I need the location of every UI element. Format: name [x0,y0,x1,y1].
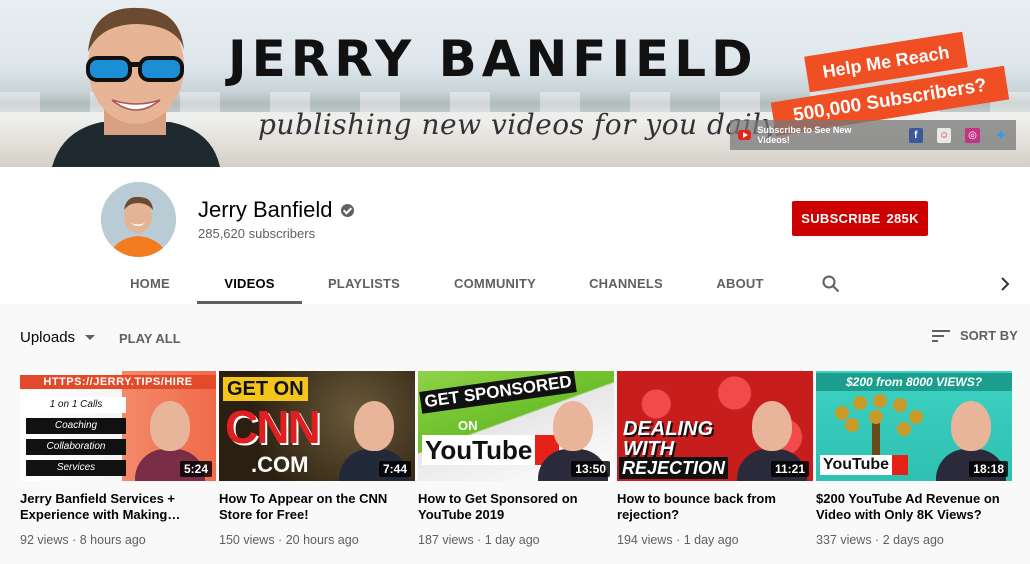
video-meta: 150 views · 20 hours ago [219,533,359,547]
subscribe-label: SUBSCRIBE [801,211,881,226]
video-thumbnail[interactable]: $200 from 8000 VIEWS? YouTube 18:18 [816,371,1012,481]
video-thumbnail[interactable]: HTTPS://JERRY.TIPS/HIRE 1 on 1 Calls Coa… [20,371,216,481]
money-tree-icon [835,394,923,455]
video-card[interactable]: HTTPS://JERRY.TIPS/HIRE 1 on 1 Calls Coa… [20,371,216,547]
channel-avatar[interactable] [101,182,176,257]
uploads-label: Uploads [20,329,76,346]
video-title[interactable]: $200 YouTube Ad Revenue on Video with On… [816,491,1012,523]
sort-by-button[interactable]: SORT BY [932,328,1018,343]
channel-tabs: HOME VIDEOS PLAYLISTS COMMUNITY CHANNELS… [0,263,1030,304]
thumb-line: GET ON [223,377,308,401]
channel-name: Jerry Banfield [198,197,354,223]
tab-about[interactable]: ABOUT [703,263,777,304]
video-meta: 92 views · 8 hours ago [20,533,146,547]
tab-channels[interactable]: CHANNELS [578,263,674,304]
thumb-line: Services [26,460,126,476]
verified-check-icon [340,203,354,217]
video-title[interactable]: Jerry Banfield Services + Experience wit… [20,491,216,523]
video-thumbnail[interactable]: GET SPONSORED ON YouTube 13:50 [418,371,614,481]
banner-social-bar: Subscribe to See New Videos! f ☺ ◎ ✦ [730,120,1016,150]
video-duration: 7:44 [378,461,411,477]
video-card[interactable]: GET ON CNN .COM 7:44 How To Appear on th… [219,371,415,547]
search-icon[interactable] [816,263,846,304]
channel-header: Jerry Banfield 285,620 subscribers SUBSC… [0,167,1030,304]
thumb-line: REJECTION [619,457,729,479]
channel-banner: JERRY BANFIELD publishing new videos for… [0,0,1030,167]
video-duration: 11:21 [770,461,809,477]
video-controls: Uploads PLAY ALL SORT BY [0,304,1030,366]
thumb-person-face [752,401,792,451]
thumb-line: .COM [251,452,309,477]
video-thumbnail[interactable]: GET ON CNN .COM 7:44 [219,371,415,481]
twitter-icon[interactable]: ✦ [994,127,1008,143]
banner-subtitle: publishing new videos for you daily [258,108,778,141]
uploads-dropdown[interactable]: Uploads [20,329,96,346]
video-title[interactable]: How to bounce back from rejection? [617,491,813,523]
thumb-line: 1 on 1 Calls [26,397,126,413]
caret-down-icon [85,335,96,340]
social-bar-text: Subscribe to See New Videos! [757,125,852,145]
thumb-line: ON [458,418,478,433]
subscriber-count: 285,620 subscribers [198,226,316,241]
thumb-line: YouTube [422,435,560,465]
thumb-line: CNN [225,401,321,453]
thumb-line: DEALING [623,418,713,440]
video-meta: 194 views · 1 day ago [617,533,739,547]
video-title[interactable]: How To Appear on the CNN Store for Free! [219,491,415,523]
thumb-line: $200 from 8000 VIEWS? [816,373,1012,391]
sort-by-label: SORT BY [960,328,1018,343]
youtube-icon [738,130,752,140]
banner-title: JERRY BANFIELD [228,30,758,88]
video-card[interactable]: DEALING WITH REJECTION 11:21 How to boun… [617,371,813,547]
thumb-person-face [150,401,190,451]
thumb-line: Coaching [26,418,126,434]
tab-playlists[interactable]: PLAYLISTS [316,263,412,304]
banner-person-image [52,7,220,167]
profile-icon[interactable]: ☺ [936,127,952,143]
sort-icon [932,329,950,342]
chevron-right-icon[interactable] [992,263,1018,304]
thumb-person-face [951,401,991,451]
instagram-icon[interactable]: ◎ [965,127,980,143]
video-title[interactable]: How to Get Sponsored on YouTube 2019 [418,491,614,523]
thumb-line: Collaboration [26,439,126,455]
subscribe-button[interactable]: SUBSCRIBE 285K [792,201,928,236]
tab-videos[interactable]: VIDEOS [197,263,302,304]
video-duration: 18:18 [969,461,1008,477]
video-duration: 5:24 [179,461,212,477]
video-card[interactable]: $200 from 8000 VIEWS? YouTube 18:18 $200… [816,371,1012,547]
facebook-icon[interactable]: f [908,127,923,143]
thumb-url-text: HTTPS://JERRY.TIPS/HIRE [20,375,216,389]
thumb-person-face [354,401,394,451]
video-duration: 13:50 [571,461,610,477]
subscribe-count: 285K [886,211,919,226]
channel-name-text: Jerry Banfield [198,197,333,222]
tab-home[interactable]: HOME [112,263,188,304]
thumb-line: WITH [623,438,675,460]
video-thumbnail[interactable]: DEALING WITH REJECTION 11:21 [617,371,813,481]
video-meta: 187 views · 1 day ago [418,533,540,547]
thumb-line: YouTube [820,455,909,475]
video-meta: 337 views · 2 days ago [816,533,944,547]
video-card[interactable]: GET SPONSORED ON YouTube 13:50 How to Ge… [418,371,614,547]
thumb-line: GET SPONSORED [419,371,578,414]
play-all-button[interactable]: PLAY ALL [119,331,181,346]
tab-community[interactable]: COMMUNITY [440,263,550,304]
thumb-person-face [553,401,593,451]
